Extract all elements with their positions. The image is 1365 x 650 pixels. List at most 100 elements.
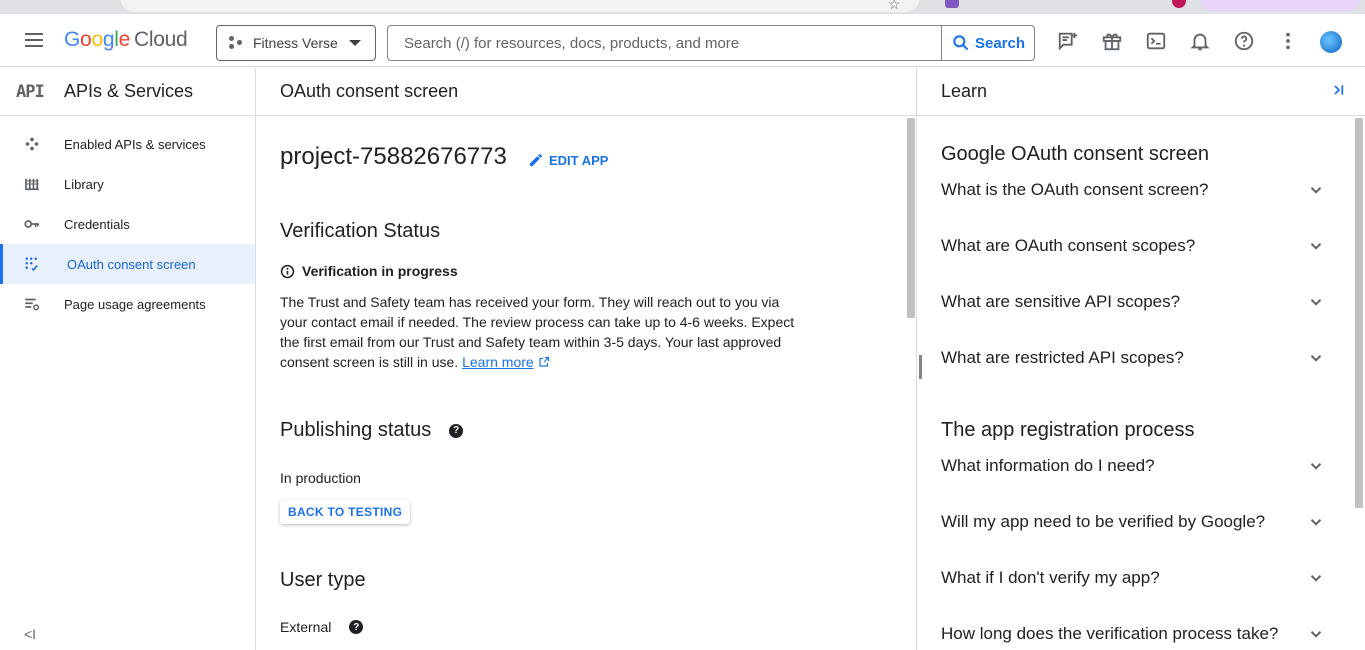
learn-more-link[interactable]: Learn more: [462, 354, 534, 370]
logo-letter: e: [118, 28, 131, 51]
user-type-help-icon[interactable]: ?: [349, 620, 364, 634]
publishing-heading-row: Publishing status ?: [280, 419, 464, 442]
address-bar[interactable]: [120, 0, 920, 12]
main-menu-icon[interactable]: [22, 29, 46, 53]
user-type-row: External ?: [280, 619, 364, 635]
sidebar-item-label: Page usage agreements: [64, 296, 206, 312]
faq-question: How long does the verification process t…: [941, 624, 1279, 643]
faq-question: What if I don't verify my app?: [941, 568, 1160, 587]
cloud-shell-icon[interactable]: [1144, 29, 1168, 53]
faq-question: Will my app need to be verified by Googl…: [941, 512, 1266, 531]
logo-letter: G: [64, 28, 81, 51]
info-icon: [280, 264, 295, 278]
chevron-down-icon: [1310, 519, 1322, 526]
faq-item[interactable]: What is the OAuth consent screen?: [941, 180, 1325, 200]
collapse-learn-panel-icon[interactable]: [1331, 82, 1347, 103]
search-button-label: Search: [974, 34, 1026, 52]
publishing-help-icon[interactable]: ?: [449, 423, 464, 438]
search-input[interactable]: [388, 26, 941, 60]
faq-item[interactable]: How long does the verification process t…: [941, 624, 1325, 644]
faq-question: What are OAuth consent scopes?: [941, 236, 1196, 255]
open-in-new-icon: [538, 356, 549, 367]
key-icon: [0, 215, 64, 233]
search-icon: [953, 35, 969, 51]
collapse-sidebar-icon[interactable]: <I: [24, 626, 36, 642]
faq-item[interactable]: What are OAuth consent scopes?: [941, 236, 1325, 256]
account-avatar-icon[interactable]: [1320, 31, 1342, 53]
profile-avatar-icon[interactable]: [1172, 0, 1186, 8]
back-to-testing-button[interactable]: BACK TO TESTING: [280, 500, 410, 524]
release-notes-icon[interactable]: [1056, 29, 1080, 53]
publishing-state: In production: [280, 470, 361, 486]
verification-description: The Trust and Safety team has received y…: [280, 292, 800, 372]
project-picker-button[interactable]: Fitness Verse: [216, 25, 376, 61]
sidebar-title: APIs & Services: [64, 81, 194, 101]
project-name: Fitness Verse: [253, 35, 338, 51]
main-scrollbar-thumb[interactable]: [907, 118, 915, 318]
search-button[interactable]: Search: [941, 26, 1034, 60]
project-icon: [229, 36, 243, 50]
extension-icon[interactable]: [945, 0, 959, 8]
edit-app-button[interactable]: EDIT APP: [528, 152, 608, 168]
faq-question: What are restricted API scopes?: [941, 348, 1184, 367]
api-icon: API: [16, 81, 45, 102]
learn-panel-title: Learn: [917, 68, 1365, 116]
google-cloud-logo[interactable]: Google Cloud: [64, 28, 188, 52]
console-header: Google Cloud Fitness Verse Search: [0, 14, 1365, 67]
help-icon[interactable]: [1232, 29, 1256, 53]
profile-chip[interactable]: [1200, 0, 1360, 12]
chevron-down-icon: [1310, 575, 1322, 582]
chevron-down-icon: [1310, 299, 1322, 306]
faq-question: What is the OAuth consent screen?: [941, 180, 1209, 199]
faq-item[interactable]: What if I don't verify my app?: [941, 568, 1325, 588]
sidebar-item-label: Library: [64, 176, 104, 192]
faq-question: What information do I need?: [941, 456, 1155, 475]
faq-question: What are sensitive API scopes?: [941, 292, 1181, 311]
learn-section-title: Google OAuth consent screen: [941, 143, 1209, 165]
faq-item[interactable]: What are sensitive API scopes?: [941, 292, 1325, 312]
learn-scrollbar[interactable]: [1354, 116, 1364, 650]
library-icon: [0, 175, 64, 193]
main-scrollbar[interactable]: [906, 116, 916, 650]
chevron-down-icon: [1310, 355, 1322, 362]
chevron-down-icon: [1310, 631, 1322, 638]
sidebar-item-label: Enabled APIs & services: [64, 136, 206, 152]
edit-app-label: EDIT APP: [549, 152, 609, 168]
chevron-down-icon: [1310, 463, 1322, 470]
verification-status: Verification in progress: [280, 263, 458, 279]
chevron-down-icon: [1310, 187, 1322, 194]
faq-item[interactable]: What are restricted API scopes?: [941, 348, 1325, 368]
app-name: project-75882676773: [280, 143, 507, 170]
chevron-down-icon: [349, 40, 361, 46]
settings-list-icon: [0, 295, 64, 313]
faq-item[interactable]: Will my app need to be verified by Googl…: [941, 512, 1325, 532]
sidebar-item-label: OAuth consent screen: [67, 256, 196, 272]
learn-more-label: Learn more: [462, 354, 534, 370]
logo-letter: g: [102, 28, 115, 51]
main-content: OAuth consent screen project-75882676773…: [256, 68, 916, 650]
learn-section-title: The app registration process: [941, 419, 1195, 441]
gift-icon[interactable]: [1100, 29, 1124, 53]
notifications-icon[interactable]: [1188, 29, 1212, 53]
learn-scrollbar-thumb[interactable]: [1355, 118, 1363, 508]
verification-heading: Verification Status: [280, 220, 441, 242]
sidebar-item-page-usage-agreements[interactable]: Page usage agreements: [0, 284, 255, 324]
learn-panel: Learn Google OAuth consent screen What i…: [917, 68, 1365, 650]
sidebar-item-library[interactable]: Library: [0, 164, 255, 204]
verification-state-text: Verification in progress: [302, 263, 458, 279]
chevron-down-icon: [1310, 243, 1322, 250]
hub-icon: [0, 135, 64, 153]
pencil-icon: [530, 153, 542, 166]
publishing-heading: Publishing status: [280, 419, 432, 441]
user-type-heading: User type: [280, 569, 366, 591]
more-vert-icon[interactable]: [1276, 29, 1300, 53]
logo-letter: o: [91, 28, 103, 51]
faq-item[interactable]: What information do I need?: [941, 456, 1325, 476]
browser-toolbar: ☆: [0, 0, 1365, 14]
sidebar-item-enabled-apis[interactable]: Enabled APIs & services: [0, 124, 255, 164]
bookmark-star-icon[interactable]: ☆: [888, 0, 901, 13]
logo-cloud-text: Cloud: [133, 28, 188, 51]
sidebar-item-credentials[interactable]: Credentials: [0, 204, 255, 244]
sidebar-item-oauth-consent-screen[interactable]: OAuth consent screen: [0, 244, 255, 284]
sidebar: API APIs & Services Enabled APIs & servi…: [0, 68, 256, 650]
